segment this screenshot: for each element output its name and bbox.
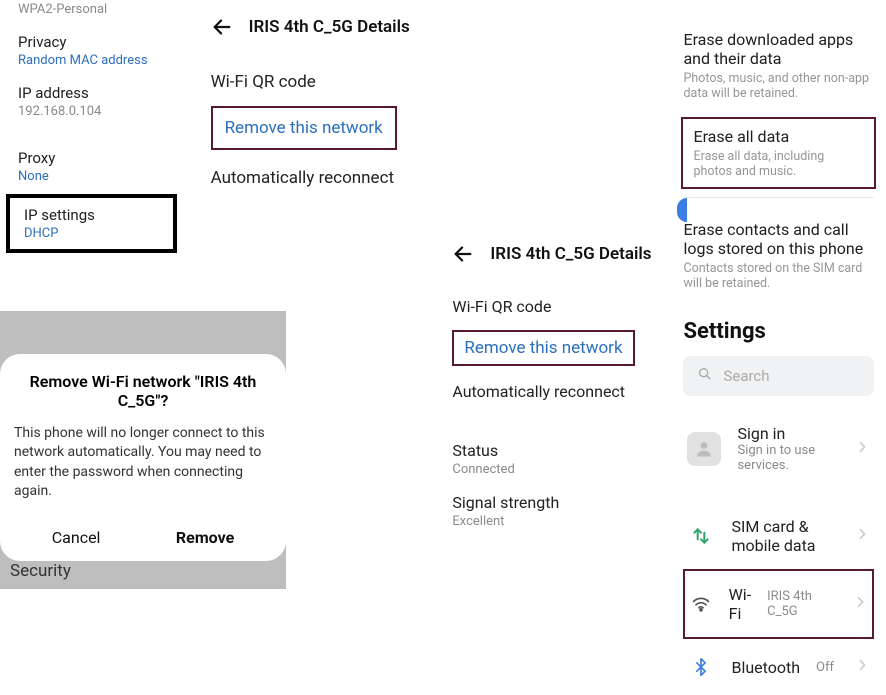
ip-settings-label[interactable]: IP settings: [24, 206, 159, 224]
chevron-right-icon: [852, 594, 868, 614]
chevron-right-icon: [854, 657, 870, 677]
remove-network-link[interactable]: Remove this network: [211, 106, 397, 150]
search-placeholder: Search: [723, 367, 769, 385]
auto-reconnect-row[interactable]: Automatically reconnect: [211, 150, 423, 202]
wifi-qr-code-row[interactable]: Wi-Fi QR code: [211, 58, 423, 106]
erase-apps-row[interactable]: Erase downloaded apps and their data: [683, 30, 874, 68]
auto-reconnect-row[interactable]: Automatically reconnect: [452, 366, 671, 415]
erase-apps-desc: Photos, music, and other non-app data wi…: [683, 71, 874, 101]
proxy-value: None: [18, 169, 165, 184]
sign-in-row[interactable]: Sign in Sign in to use services.: [683, 410, 874, 487]
erase-contacts-row[interactable]: Erase contacts and call logs stored on t…: [683, 220, 874, 258]
signal-strength-value: Excellent: [452, 514, 671, 529]
erase-all-data-row[interactable]: Erase all data Erase all data, including…: [681, 117, 876, 189]
proxy-label[interactable]: Proxy: [18, 149, 165, 167]
erase-all-label: Erase all data: [693, 127, 864, 146]
avatar-icon: [687, 432, 721, 466]
bluetooth-icon: [687, 653, 715, 681]
search-icon: [697, 366, 713, 386]
bluetooth-label: Bluetooth: [731, 658, 800, 677]
ip-address-value: 192.168.0.104: [18, 104, 165, 119]
chevron-right-icon: [854, 439, 870, 459]
sim-data-icon: [687, 522, 715, 550]
cancel-button[interactable]: Cancel: [52, 528, 101, 547]
back-icon[interactable]: [211, 16, 233, 38]
sign-in-desc: Sign in to use services.: [737, 443, 838, 473]
erase-contacts-desc: Contacts stored on the SIM card will be …: [683, 261, 874, 291]
privacy-label[interactable]: Privacy: [18, 33, 165, 51]
privacy-value: Random MAC address: [18, 53, 165, 68]
signal-strength-label: Signal strength: [452, 493, 671, 512]
ip-settings-value: DHCP: [24, 226, 159, 241]
security-type-value: WPA2-Personal: [18, 2, 165, 17]
page-title: IRIS 4th C_5G Details: [490, 244, 651, 264]
page-title: IRIS 4th C_5G Details: [249, 17, 410, 37]
sim-card-row[interactable]: SIM card & mobile data: [683, 503, 874, 569]
chevron-right-icon: [854, 526, 870, 546]
sign-in-label: Sign in: [737, 424, 838, 443]
wifi-icon: [689, 590, 712, 618]
wifi-value: IRIS 4th C_5G: [767, 589, 832, 619]
back-icon[interactable]: [452, 243, 474, 265]
status-value: Connected: [452, 462, 671, 477]
erase-all-desc: Erase all data, including photos and mus…: [693, 149, 864, 179]
sim-card-label: SIM card & mobile data: [731, 517, 838, 555]
search-input[interactable]: Search: [683, 356, 874, 396]
settings-heading: Settings: [683, 319, 874, 344]
ip-address-label: IP address: [18, 84, 165, 102]
bluetooth-value: Off: [816, 660, 834, 675]
divider: [683, 197, 874, 198]
status-label: Status: [452, 441, 671, 460]
wifi-row[interactable]: Wi-Fi IRIS 4th C_5G: [683, 569, 874, 639]
wifi-qr-code-row[interactable]: Wi-Fi QR code: [452, 283, 671, 330]
wifi-label: Wi-Fi: [729, 585, 752, 623]
remove-network-link[interactable]: Remove this network: [452, 330, 634, 366]
bluetooth-row[interactable]: Bluetooth Off: [683, 639, 874, 695]
